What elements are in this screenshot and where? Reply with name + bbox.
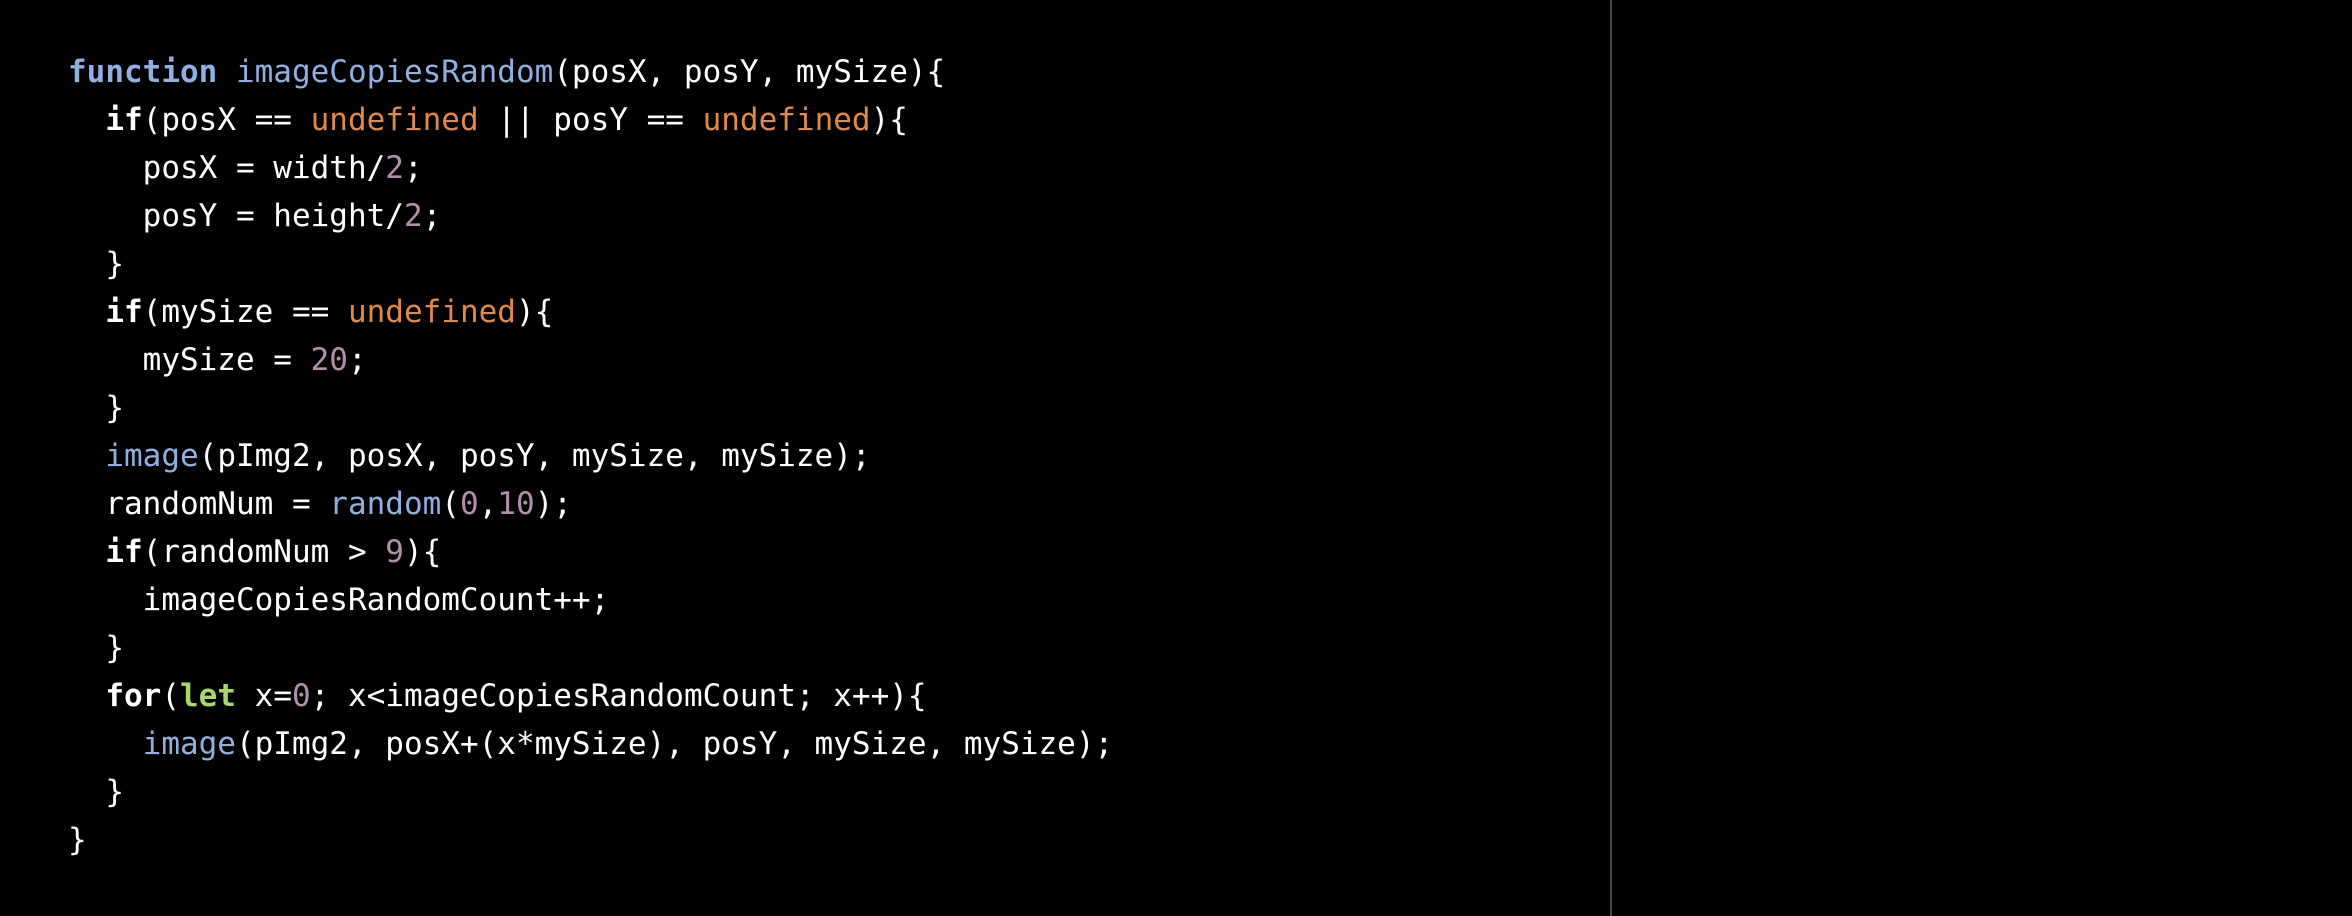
code-token-fn: image: [105, 438, 199, 474]
preview-pane: [1612, 0, 2352, 916]
code-token-plain: }: [68, 630, 124, 666]
code-token-fn: image: [142, 726, 236, 762]
code-token-plain: || posY ==: [478, 102, 703, 138]
code-token-keyword: if: [105, 102, 143, 138]
code-line: }: [68, 624, 1610, 672]
code-line: randomNum = random(0,10);: [68, 480, 1610, 528]
code-pane[interactable]: function imageCopiesRandom(posX, posY, m…: [0, 0, 1610, 916]
code-token-plain: (posX ==: [142, 102, 311, 138]
code-token-number: 0: [459, 486, 479, 522]
code-token-undefined: undefined: [347, 294, 516, 330]
code-token-plain: }: [68, 390, 124, 426]
code-token-fn: random: [329, 486, 442, 522]
code-token-plain: ;: [422, 198, 442, 234]
code-token-plain: ;: [403, 150, 423, 186]
code-line: }: [68, 240, 1610, 288]
code-editor-window: function imageCopiesRandom(posX, posY, m…: [0, 0, 2352, 916]
code-token-number: 2: [385, 150, 404, 186]
code-token-keyword: if: [105, 534, 143, 570]
code-token-plain: ){: [870, 102, 908, 138]
code-token-number: 9: [385, 534, 404, 570]
code-token-plain: (: [161, 678, 180, 714]
code-line: function imageCopiesRandom(posX, posY, m…: [68, 48, 1610, 96]
code-token-number: 0: [292, 678, 311, 714]
code-token-plain: }: [68, 246, 124, 282]
code-token-plain: posY = height/: [68, 198, 404, 234]
code-line: if(mySize == undefined){: [68, 288, 1610, 336]
code-line: for(let x=0; x<imageCopiesRandomCount; x…: [68, 672, 1610, 720]
code-token-undefined: undefined: [310, 102, 479, 138]
code-token-plain: (: [441, 486, 460, 522]
code-token-plain: (mySize ==: [142, 294, 348, 330]
code-token-plain: (randomNum >: [142, 534, 386, 570]
code-line: mySize = 20;: [68, 336, 1610, 384]
code-line: if(posX == undefined || posY == undefine…: [68, 96, 1610, 144]
code-token-plain: ;: [347, 342, 367, 378]
code-token-plain: (pImg2, posX+(x*mySize), posY, mySize, m…: [235, 726, 1114, 762]
code-token-plain: randomNum =: [68, 486, 330, 522]
code-token-plain: (pImg2, posX, posY, mySize, mySize);: [198, 438, 871, 474]
code-token-plain: ,: [478, 486, 498, 522]
code-token-plain: x=: [236, 678, 292, 714]
code-token-plain: imageCopiesRandomCount++;: [68, 582, 610, 618]
code-token-decl: function: [68, 54, 218, 90]
code-line: posY = height/2;: [68, 192, 1610, 240]
code-token-plain: posX = width/: [68, 150, 386, 186]
code-token-keyword: if: [105, 294, 143, 330]
code-token-keyword: for: [105, 678, 162, 714]
code-token-let: let: [180, 678, 236, 714]
code-token-plain: ){: [515, 294, 554, 330]
code-token-number: 20: [310, 342, 348, 378]
code-token-plain: }: [68, 822, 87, 858]
code-line: if(randomNum > 9){: [68, 528, 1610, 576]
code-token-plain: );: [534, 486, 572, 522]
code-token-plain: (posX, posY, mySize){: [553, 54, 946, 90]
code-token-undefined: undefined: [702, 102, 871, 138]
code-line: image(pImg2, posX, posY, mySize, mySize)…: [68, 432, 1610, 480]
code-line: imageCopiesRandomCount++;: [68, 576, 1610, 624]
code-token-plain: ){: [403, 534, 442, 570]
code-line: }: [68, 768, 1610, 816]
code-token-fn: imageCopiesRandom: [235, 54, 554, 90]
code-line: }: [68, 816, 1610, 864]
code-line: posX = width/2;: [68, 144, 1610, 192]
code-line: image(pImg2, posX+(x*mySize), posY, mySi…: [68, 720, 1610, 768]
code-token-number: 10: [497, 486, 535, 522]
code-token-plain: ; x<imageCopiesRandomCount; x++){: [310, 678, 927, 714]
code-token-number: 2: [403, 198, 423, 234]
code-token-plain: }: [68, 774, 124, 810]
code-line: }: [68, 384, 1610, 432]
code-token-plain: mySize =: [68, 342, 311, 378]
